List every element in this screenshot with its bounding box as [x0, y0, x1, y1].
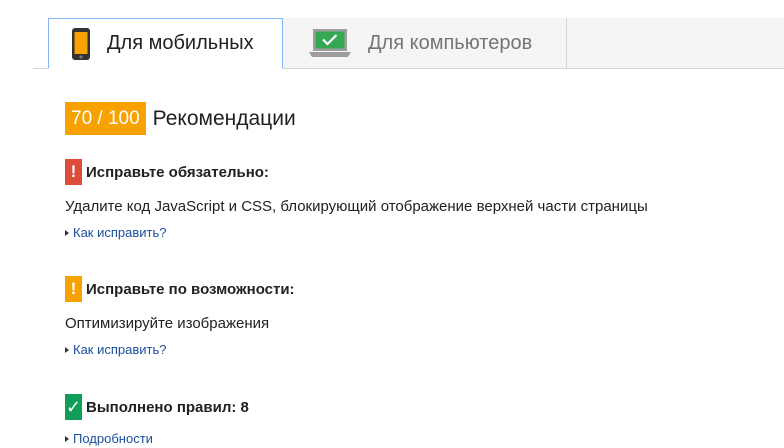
score-label: Рекомендации	[152, 106, 296, 130]
tab-desktop-label: Для компьютеров	[368, 31, 533, 54]
passed-details-link[interactable]: Подробности	[65, 431, 249, 446]
should-fix-how-link[interactable]: Как исправить?	[65, 342, 295, 357]
must-fix-section: ! Исправьте обязательно: Удалите код Jav…	[65, 159, 648, 240]
passed-section: ✓ Выполнено правил: 8 Подробности	[65, 394, 249, 446]
laptop-icon	[308, 28, 352, 58]
checkmark-icon: ✓	[65, 394, 82, 420]
should-fix-section: ! Исправьте по возможности: Оптимизируйт…	[65, 276, 295, 357]
triangle-right-icon	[65, 229, 69, 236]
should-fix-header: ! Исправьте по возможности:	[65, 276, 295, 302]
should-fix-how-link-label: Как исправить?	[73, 342, 167, 357]
should-fix-rule: Оптимизируйте изображения	[65, 315, 270, 332]
must-fix-header: ! Исправьте обязательно:	[65, 159, 648, 185]
passed-details-link-label: Подробности	[73, 431, 153, 446]
tab-mobile[interactable]: Для мобильных	[48, 18, 283, 69]
page: Для мобильных Для компьютеров 70 / 100 Р…	[0, 0, 784, 448]
tab-mobile-label: Для мобильных	[107, 32, 254, 54]
score-row: 70 / 100 Рекомендации	[65, 102, 296, 135]
phone-icon	[71, 27, 91, 61]
triangle-right-icon	[65, 346, 69, 353]
must-fix-title: Исправьте обязательно:	[86, 163, 269, 181]
device-tabbar: Для мобильных Для компьютеров	[33, 18, 784, 69]
must-fix-how-link[interactable]: Как исправить?	[65, 225, 648, 240]
must-fix-how-link-label: Как исправить?	[73, 225, 167, 240]
should-fix-title: Исправьте по возможности:	[86, 280, 295, 298]
triangle-right-icon	[65, 435, 69, 442]
passed-header: ✓ Выполнено правил: 8	[65, 394, 249, 420]
exclamation-icon: !	[65, 159, 82, 185]
score-badge: 70 / 100	[65, 102, 146, 135]
tab-desktop[interactable]: Для компьютеров	[283, 18, 567, 68]
exclamation-icon: !	[65, 276, 82, 302]
passed-title: Выполнено правил: 8	[86, 398, 249, 416]
must-fix-rule: Удалите код JavaScript и CSS, блокирующи…	[65, 198, 648, 215]
tabbar-filler	[567, 18, 784, 68]
